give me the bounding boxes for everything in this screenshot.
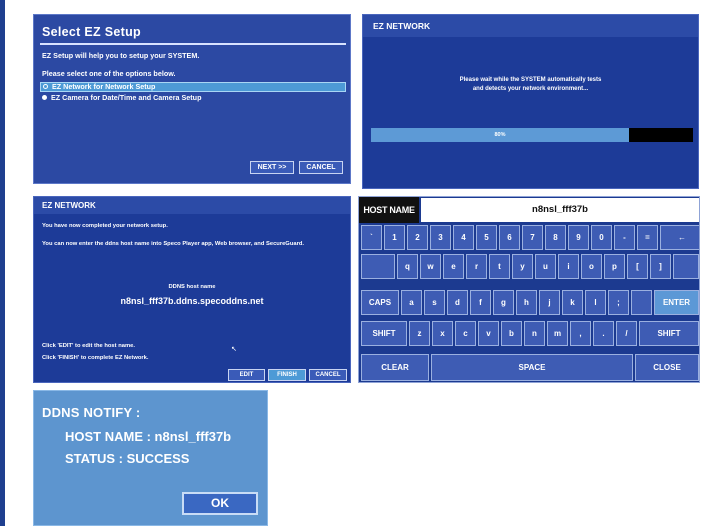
- key-backspace[interactable]: ←: [660, 225, 699, 250]
- host-name-row: HOST NAME n8nsl_fff37b: [359, 197, 699, 223]
- key-v[interactable]: v: [478, 321, 499, 346]
- key-shift-left[interactable]: SHIFT: [361, 321, 407, 346]
- ez-network-progress-dialog: EZ NETWORK Please wait while the SYSTEM …: [362, 14, 699, 189]
- finish-button[interactable]: FINISH: [268, 369, 306, 381]
- key-u[interactable]: u: [535, 254, 556, 279]
- ok-button[interactable]: OK: [182, 492, 258, 515]
- key-lbracket[interactable]: [: [627, 254, 648, 279]
- wait-message-line1: Please wait while the SYSTEM automatical…: [459, 77, 602, 83]
- ddns-instruction: You can now enter the ddns host name int…: [42, 241, 304, 247]
- key-q[interactable]: q: [397, 254, 418, 279]
- notify-status: STATUS : SUCCESS: [65, 451, 190, 466]
- key-8[interactable]: 8: [545, 225, 566, 250]
- key-n[interactable]: n: [524, 321, 545, 346]
- key-period[interactable]: .: [593, 321, 614, 346]
- option-ez-camera[interactable]: EZ Camera for Date/Time and Camera Setup: [40, 93, 346, 103]
- edit-button[interactable]: EDIT: [228, 369, 265, 381]
- key-blank[interactable]: [631, 290, 652, 315]
- ez-network-complete-dialog: EZ NETWORK You have now completed your n…: [33, 196, 351, 383]
- key-close[interactable]: CLOSE: [635, 354, 699, 381]
- title-divider: [40, 43, 346, 45]
- key-k[interactable]: k: [562, 290, 583, 315]
- key-d[interactable]: d: [447, 290, 468, 315]
- dialog-title: Select EZ Setup: [42, 25, 141, 39]
- host-name-label: HOST NAME: [359, 197, 419, 223]
- key-7[interactable]: 7: [522, 225, 543, 250]
- key-s[interactable]: s: [424, 290, 445, 315]
- ddns-host-label: DDNS host name: [168, 284, 216, 290]
- key-b[interactable]: b: [501, 321, 522, 346]
- key-e[interactable]: e: [443, 254, 464, 279]
- key-blank: [361, 254, 395, 279]
- key-5[interactable]: 5: [476, 225, 497, 250]
- key-j[interactable]: j: [539, 290, 560, 315]
- notify-host-name: HOST NAME : n8nsl_fff37b: [65, 429, 232, 444]
- key-slash[interactable]: /: [616, 321, 637, 346]
- key-backtick[interactable]: `: [361, 225, 382, 250]
- option-label: EZ Network for Network Setup: [52, 82, 156, 91]
- key-a[interactable]: a: [401, 290, 422, 315]
- key-z[interactable]: z: [409, 321, 430, 346]
- key-comma[interactable]: ,: [570, 321, 591, 346]
- notify-title: DDNS NOTIFY :: [42, 405, 141, 420]
- host-name-input[interactable]: n8nsl_fff37b: [421, 198, 699, 222]
- edit-hint: Click 'EDIT' to edit the host name.: [42, 343, 135, 349]
- dialog-header: EZ NETWORK: [363, 15, 698, 37]
- complete-message: You have now completed your network setu…: [42, 223, 168, 229]
- key-o[interactable]: o: [581, 254, 602, 279]
- key-equals[interactable]: =: [637, 225, 658, 250]
- key-m[interactable]: m: [547, 321, 568, 346]
- progress-bar: 80%: [371, 128, 693, 142]
- key-c[interactable]: c: [455, 321, 476, 346]
- key-w[interactable]: w: [420, 254, 441, 279]
- ddns-host-value: n8nsl_fff37b.ddns.specoddns.net: [120, 296, 264, 306]
- wait-message-line2: and detects your network environment...: [472, 86, 589, 92]
- key-l[interactable]: l: [585, 290, 606, 315]
- dialog-title: EZ NETWORK: [373, 21, 431, 31]
- key-enter[interactable]: ENTER: [654, 290, 699, 315]
- select-ez-setup-dialog: Select EZ Setup EZ Setup will help you t…: [33, 14, 351, 184]
- cancel-button[interactable]: CANCEL: [299, 161, 343, 174]
- key-space[interactable]: SPACE: [431, 354, 633, 381]
- key-p[interactable]: p: [604, 254, 625, 279]
- finish-hint: Click 'FINISH' to complete EZ Network.: [42, 355, 149, 361]
- key-4[interactable]: 4: [453, 225, 474, 250]
- option-label: EZ Camera for Date/Time and Camera Setup: [51, 93, 202, 102]
- key-h[interactable]: h: [516, 290, 537, 315]
- setup-description: EZ Setup will help you to setup your SYS…: [42, 51, 200, 60]
- key-1[interactable]: 1: [384, 225, 405, 250]
- key-6[interactable]: 6: [499, 225, 520, 250]
- key-g[interactable]: g: [493, 290, 514, 315]
- key-i[interactable]: i: [558, 254, 579, 279]
- next-button[interactable]: NEXT >>: [250, 161, 294, 174]
- ddns-notify-dialog: DDNS NOTIFY : HOST NAME : n8nsl_fff37b S…: [33, 390, 268, 526]
- onscreen-keyboard: HOST NAME n8nsl_fff37b ` 1 2 3 4 5 6 7 8 9 0- = ← q w e…: [358, 196, 700, 383]
- key-semicolon[interactable]: ;: [608, 290, 629, 315]
- key-2[interactable]: 2: [407, 225, 428, 250]
- key-blank: [673, 254, 699, 279]
- radio-icon: [43, 83, 48, 89]
- setup-instruction: Please select one of the options below.: [42, 69, 176, 78]
- dialog-title: EZ NETWORK: [42, 201, 96, 210]
- key-clear[interactable]: CLEAR: [361, 354, 429, 381]
- key-x[interactable]: x: [432, 321, 453, 346]
- key-y[interactable]: y: [512, 254, 533, 279]
- option-ez-network[interactable]: EZ Network for Network Setup: [40, 82, 346, 92]
- key-f[interactable]: f: [470, 290, 491, 315]
- progress-label: 80%: [494, 132, 506, 138]
- key-rbracket[interactable]: ]: [650, 254, 671, 279]
- radio-icon: [42, 94, 47, 100]
- key-shift-right[interactable]: SHIFT: [639, 321, 699, 346]
- dialog-header: EZ NETWORK: [34, 197, 350, 214]
- key-9[interactable]: 9: [568, 225, 589, 250]
- cancel-button[interactable]: CANCEL: [309, 369, 347, 381]
- mouse-cursor-icon: ↖: [231, 346, 237, 353]
- key-3[interactable]: 3: [430, 225, 451, 250]
- key-r[interactable]: r: [466, 254, 487, 279]
- key-t[interactable]: t: [489, 254, 510, 279]
- key-minus[interactable]: -: [614, 225, 635, 250]
- key-0[interactable]: 0: [591, 225, 612, 250]
- left-edge-stripe: [0, 0, 5, 526]
- key-caps[interactable]: CAPS: [361, 290, 399, 315]
